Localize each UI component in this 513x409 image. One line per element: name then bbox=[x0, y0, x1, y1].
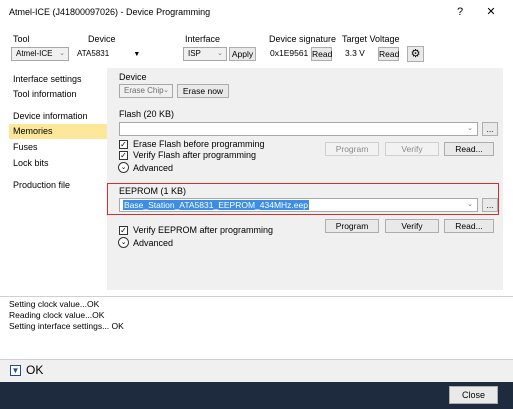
title-bar: Atmel-ICE (J41800097026) - Device Progra… bbox=[0, 0, 513, 24]
log-line: Reading clock value...OK bbox=[9, 310, 105, 320]
chevron-down-icon: ⌄ bbox=[59, 50, 65, 57]
chevron-down-icon[interactable]: ⌄ bbox=[118, 237, 129, 248]
flash-read-button[interactable]: Read... bbox=[444, 142, 494, 156]
expand-log-icon[interactable]: ▼ bbox=[10, 365, 21, 376]
eeprom-program-button[interactable]: Program bbox=[325, 219, 379, 233]
close-window-button[interactable]: ✕ bbox=[481, 3, 501, 21]
sidebar-item-tool-information[interactable]: Tool information bbox=[9, 87, 107, 102]
sidebar-item-production-file[interactable]: Production file bbox=[9, 178, 107, 193]
eeprom-verify-button[interactable]: Verify bbox=[385, 219, 439, 233]
flash-browse-button[interactable]: ... bbox=[482, 122, 498, 136]
voltage-label: Target Voltage bbox=[342, 34, 400, 44]
output-log[interactable]: Setting clock value...OK Reading clock v… bbox=[0, 296, 513, 360]
tool-select[interactable]: Atmel-ICE ⌄ bbox=[11, 47, 69, 61]
sidebar-item-device-information[interactable]: Device information bbox=[9, 109, 107, 124]
eeprom-advanced-label[interactable]: Advanced bbox=[133, 238, 173, 248]
eeprom-browse-button[interactable]: ... bbox=[482, 198, 498, 212]
chevron-down-icon: ⌄ bbox=[467, 201, 473, 208]
read-signature-button[interactable]: Read bbox=[311, 47, 332, 61]
chevron-down-icon[interactable]: ⌄ bbox=[118, 162, 129, 173]
gear-icon[interactable]: ⚙ bbox=[407, 46, 424, 62]
erase-flash-label: Erase Flash before programming bbox=[133, 139, 265, 149]
footer-bar bbox=[0, 382, 513, 409]
chevron-down-icon: ⌄ bbox=[217, 50, 223, 57]
chevron-down-icon: ⌄ bbox=[163, 87, 169, 94]
status-text: OK bbox=[26, 363, 44, 377]
erase-now-button[interactable]: Erase now bbox=[177, 84, 229, 98]
erase-mode-select[interactable]: Erase Chip ⌄ bbox=[119, 84, 173, 98]
erase-flash-checkbox[interactable]: ✓ bbox=[119, 140, 128, 149]
sidebar-item-lock-bits[interactable]: Lock bits bbox=[9, 156, 107, 171]
apply-button[interactable]: Apply bbox=[229, 47, 256, 61]
status-bar: ▼ OK bbox=[0, 360, 513, 382]
verify-eeprom-checkbox[interactable]: ✓ bbox=[119, 226, 128, 235]
sidebar-item-fuses[interactable]: Fuses bbox=[9, 140, 107, 155]
close-button[interactable]: Close bbox=[449, 386, 498, 404]
chevron-down-icon: ⌄ bbox=[467, 125, 473, 132]
dropdown-arrow-icon: ▼ bbox=[133, 51, 141, 58]
window-title: Atmel-ICE (J41800097026) - Device Progra… bbox=[9, 7, 211, 17]
device-select[interactable]: ATA5831 ▼ bbox=[77, 47, 157, 61]
verify-eeprom-label: Verify EEPROM after programming bbox=[133, 225, 274, 235]
verify-flash-checkbox[interactable]: ✓ bbox=[119, 151, 128, 160]
help-button[interactable]: ? bbox=[450, 3, 470, 21]
interface-label: Interface bbox=[185, 34, 221, 44]
voltage-value: 3.3 V bbox=[345, 48, 365, 58]
read-voltage-button[interactable]: Read bbox=[378, 47, 399, 61]
tool-label: Tool bbox=[13, 34, 30, 44]
flash-verify-button[interactable]: Verify bbox=[385, 142, 439, 156]
device-label: Device bbox=[88, 34, 116, 44]
eeprom-read-button[interactable]: Read... bbox=[444, 219, 494, 233]
flash-section-label: Flash (20 KB) bbox=[119, 109, 175, 119]
log-line: Setting interface settings... OK bbox=[9, 321, 124, 331]
eeprom-section-label: EEPROM (1 KB) bbox=[119, 186, 187, 196]
flash-file-input[interactable]: ⌄ bbox=[119, 122, 478, 136]
memories-panel bbox=[107, 68, 503, 290]
signature-value: 0x1E9561 bbox=[270, 48, 309, 58]
sidebar-item-interface-settings[interactable]: Interface settings bbox=[9, 72, 107, 87]
eeprom-file-input[interactable]: Base_Station_ATA5831_EEPROM_434MHz.eep ⌄ bbox=[119, 198, 478, 212]
flash-program-button[interactable]: Program bbox=[325, 142, 379, 156]
verify-flash-label: Verify Flash after programming bbox=[133, 150, 257, 160]
log-line: Setting clock value...OK bbox=[9, 299, 100, 309]
sidebar-item-memories[interactable]: Memories bbox=[9, 124, 107, 139]
flash-advanced-label[interactable]: Advanced bbox=[133, 163, 173, 173]
signature-label: Device signature bbox=[269, 34, 337, 44]
sidebar: Interface settings Tool information Devi… bbox=[9, 68, 107, 290]
interface-select[interactable]: ISP ⌄ bbox=[183, 47, 227, 61]
device-section-label: Device bbox=[119, 72, 147, 82]
